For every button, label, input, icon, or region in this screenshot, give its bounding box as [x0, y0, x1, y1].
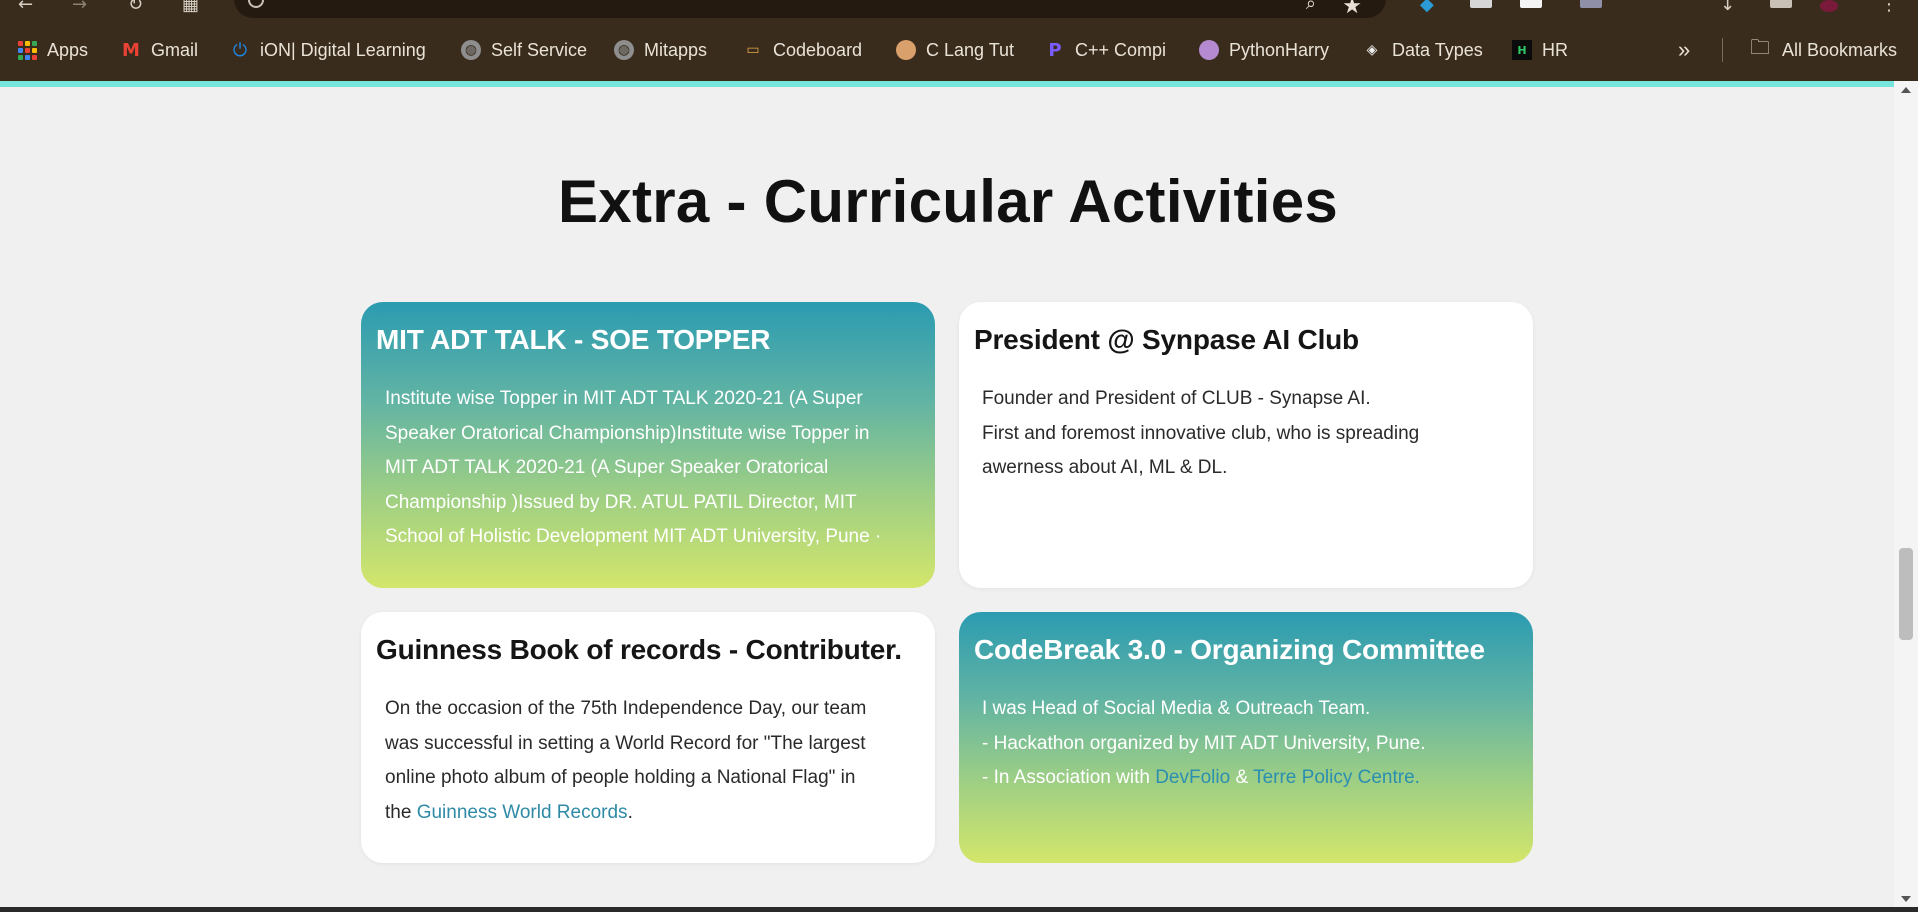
avatar-icon — [1199, 40, 1219, 60]
all-bookmarks-button[interactable]: 🗀 All Bookmarks — [1748, 35, 1897, 64]
address-bar[interactable]: ⌕ ★ — [234, 0, 1386, 19]
card-description: I was Head of Social Media & Outreach Te… — [982, 698, 1426, 788]
compiler-icon: P — [1048, 39, 1062, 61]
hackerrank-icon: H — [1512, 40, 1532, 60]
card-title: President @ Synpase AI Club — [974, 324, 1359, 355]
globe-icon: ◍ — [461, 40, 481, 60]
forward-icon[interactable]: → — [72, 0, 87, 15]
bookmark-pythonharry[interactable]: PythonHarry — [1199, 36, 1329, 64]
avatar-icon — [896, 40, 916, 60]
bookmark-ion[interactable]: ⏻ iON| Digital Learning — [230, 36, 426, 64]
apps-grid-icon — [18, 40, 37, 60]
power-icon: ⏻ — [232, 39, 248, 61]
reload-icon[interactable]: ↻ — [128, 0, 143, 15]
profile-avatar[interactable] — [1820, 0, 1838, 12]
zoom-icon[interactable]: ⌕ — [1306, 0, 1316, 14]
card-title: CodeBreak 3.0 - Organizing Committee — [974, 634, 1485, 665]
bookmark-gmail[interactable]: M Gmail — [121, 36, 198, 64]
activity-card-codebreak: CodeBreak 3.0 - Organizing Committee I w… — [959, 612, 1533, 863]
bookmark-cpp-compiler[interactable]: P C++ Compi — [1045, 36, 1166, 64]
browser-toolbar: ← → ↻ ▦ ⌕ ★ ◆ ↓ ⋮ — [0, 0, 1918, 22]
side-panel-icon[interactable] — [1770, 0, 1792, 8]
globe-icon: ◍ — [614, 40, 634, 60]
chevron-double-right-icon: » — [1678, 37, 1691, 62]
bookmark-codeboard[interactable]: ▭ Codeboard — [743, 36, 862, 64]
extension-icon-3[interactable] — [1520, 0, 1542, 8]
extension-icon-2[interactable] — [1470, 0, 1492, 8]
downloads-icon[interactable]: ↓ — [1720, 0, 1735, 15]
activity-card-guinness: Guinness Book of records - Contributer. … — [361, 612, 935, 863]
activity-card-synapse-ai: President @ Synpase AI Club Founder and … — [959, 302, 1533, 588]
back-icon[interactable]: ← — [18, 0, 33, 15]
bookmarks-separator — [1722, 38, 1723, 62]
card-title: MIT ADT TALK - SOE TOPPER — [376, 324, 771, 355]
folder-icon: 🗀 — [1750, 35, 1770, 59]
bookmarks-overflow-button[interactable]: » — [1678, 36, 1690, 64]
scroll-up-arrow-icon[interactable] — [1901, 87, 1911, 93]
extension-icon[interactable]: ◆ — [1420, 0, 1434, 15]
extension-icon-4[interactable] — [1580, 0, 1602, 8]
activity-card-mit-adt-talk: MIT ADT TALK - SOE TOPPER Institute wise… — [361, 302, 935, 588]
section-title: Extra - Curricular Activities — [557, 168, 1339, 235]
datatypes-icon: ◈ — [1366, 42, 1378, 58]
extensions-grid-icon[interactable]: ▦ — [182, 0, 199, 15]
bookmark-data-types[interactable]: ◈ Data Types — [1362, 36, 1483, 64]
bookmark-apps[interactable]: Apps — [18, 36, 88, 64]
card-title: Guinness Book of records - Contributer. — [376, 634, 902, 665]
card-description: On the occasion of the 75th Independence… — [385, 698, 867, 823]
card-description: Founder and President of CLUB - Synapse … — [982, 388, 1420, 478]
bookmarks-bar: Apps M Gmail ⏻ iON| Digital Learning ◍ S… — [0, 22, 1918, 81]
bookmark-mitapps[interactable]: ◍ Mitapps — [614, 36, 707, 64]
bookmark-star-icon[interactable]: ★ — [1342, 0, 1362, 19]
codeboard-icon: ▭ — [746, 42, 760, 58]
window-bottom-edge — [0, 907, 1918, 912]
menu-kebab-icon[interactable]: ⋮ — [1880, 0, 1898, 15]
guinness-world-records-link[interactable]: Guinness World Records — [417, 802, 628, 823]
page-content: Extra - Curricular Activities MIT ADT TA… — [0, 87, 1896, 907]
site-info-icon[interactable] — [248, 0, 264, 8]
card-description: Institute wise Topper in MIT ADT TALK 20… — [385, 388, 882, 547]
page-scrollbar[interactable] — [1894, 81, 1918, 908]
bookmark-self-service[interactable]: ◍ Self Service — [461, 36, 587, 64]
devfolio-link[interactable]: DevFolio — [1155, 767, 1230, 788]
scroll-thumb[interactable] — [1899, 548, 1913, 640]
terre-policy-centre-link[interactable]: Terre Policy Centre. — [1253, 767, 1420, 788]
scroll-down-arrow-icon[interactable] — [1901, 896, 1911, 902]
bookmark-hr[interactable]: H HR — [1512, 36, 1568, 64]
bookmark-c-lang-tut[interactable]: C Lang Tut — [896, 36, 1014, 64]
gmail-icon: M — [122, 39, 140, 61]
